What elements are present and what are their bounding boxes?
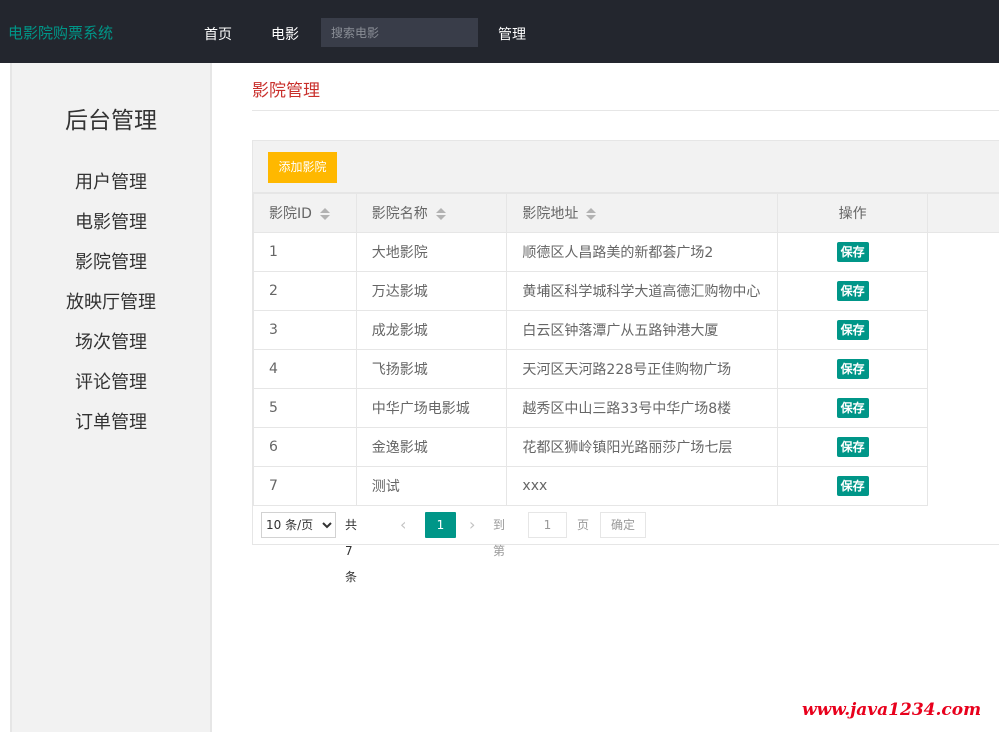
sidebar-item-movies[interactable]: 电影管理	[12, 208, 210, 234]
cell-action: 保存	[777, 466, 928, 506]
cell-address: 越秀区中山三路33号中华广场8楼	[506, 388, 779, 428]
sidebar-item-sessions[interactable]: 场次管理	[12, 328, 210, 354]
add-cinema-button[interactable]: 添加影院	[268, 152, 337, 183]
save-button[interactable]: 保存	[836, 359, 869, 379]
nav-movies[interactable]: 电影	[271, 24, 299, 44]
sidebar-item-users[interactable]: 用户管理	[12, 168, 210, 194]
sidebar-item-orders[interactable]: 订单管理	[12, 408, 210, 434]
watermark: www.java1234.com	[802, 700, 982, 720]
cell-id: 3	[253, 310, 357, 350]
column-header-address[interactable]: 影院地址	[506, 193, 779, 233]
cinema-table-panel: 添加影院 影院ID 影院名称 影院地址 操作 1 大地影院 顺德区人昌路美的新都荟广…	[252, 140, 999, 584]
cell-id: 6	[253, 427, 357, 467]
goto-page-input[interactable]	[528, 512, 567, 538]
sort-icon[interactable]	[435, 207, 446, 221]
cell-name: 万达影城	[355, 271, 508, 311]
table-row: 7 测试 xxx 保存	[253, 466, 999, 506]
table-row: 3 成龙影城 白云区钟落潭广从五路钟港大厦 保存	[253, 310, 999, 350]
column-header-action: 操作	[777, 193, 928, 233]
sidebar-item-halls[interactable]: 放映厅管理	[12, 288, 210, 314]
save-button[interactable]: 保存	[836, 320, 869, 340]
cell-action: 保存	[777, 310, 928, 350]
sidebar: 后台管理 用户管理 电影管理 影院管理 放映厅管理 场次管理 评论管理 订单管理	[10, 63, 212, 732]
page-title: 影院管理	[252, 81, 320, 101]
cell-id: 1	[253, 232, 357, 272]
save-button[interactable]: 保存	[836, 476, 869, 496]
total-count: 共 7 条	[345, 518, 358, 584]
cell-action: 保存	[777, 388, 928, 428]
save-button[interactable]: 保存	[836, 242, 869, 262]
cell-id: 2	[253, 271, 357, 311]
sidebar-title: 后台管理	[65, 108, 157, 134]
table-row: 4 飞扬影城 天河区天河路228号正佳购物广场 保存	[253, 349, 999, 389]
cell-action: 保存	[777, 232, 928, 272]
column-header-name[interactable]: 影院名称	[355, 193, 508, 233]
cell-name: 中华广场电影城	[355, 388, 508, 428]
cell-name: 飞扬影城	[355, 349, 508, 389]
nav-home[interactable]: 首页	[204, 24, 232, 44]
cell-action: 保存	[777, 349, 928, 389]
cell-action: 保存	[777, 427, 928, 467]
cell-address: xxx	[506, 466, 779, 506]
search-input[interactable]	[321, 18, 478, 47]
sort-icon[interactable]	[586, 207, 597, 221]
page-size-select[interactable]: 10 条/页	[261, 512, 336, 538]
goto-label: 到第	[493, 518, 506, 558]
cell-name: 金逸影城	[355, 427, 508, 467]
cell-name: 成龙影城	[355, 310, 508, 350]
cinema-table: 影院ID 影院名称 影院地址 操作 1 大地影院 顺德区人昌路美的新都荟广场2 保存 2…	[253, 193, 999, 506]
save-button[interactable]: 保存	[836, 437, 869, 457]
next-page-icon[interactable]: ›	[469, 512, 475, 538]
cell-id: 4	[253, 349, 357, 389]
cell-name: 测试	[355, 466, 508, 506]
current-page-button[interactable]: 1	[425, 512, 456, 538]
cell-address: 天河区天河路228号正佳购物广场	[506, 349, 779, 389]
cell-address: 黄埔区科学城科学大道高德汇购物中心	[506, 271, 779, 311]
confirm-goto-button[interactable]: 确定	[600, 512, 646, 538]
prev-page-icon[interactable]: ‹	[400, 512, 406, 538]
nav-admin[interactable]: 管理	[498, 24, 526, 44]
column-header-filler	[926, 193, 999, 233]
save-button[interactable]: 保存	[836, 398, 869, 418]
cell-id: 5	[253, 388, 357, 428]
cell-address: 顺德区人昌路美的新都荟广场2	[506, 232, 779, 272]
page-unit-label: 页	[577, 518, 590, 532]
sidebar-item-cinemas[interactable]: 影院管理	[12, 248, 210, 274]
table-header-row: 影院ID 影院名称 影院地址 操作	[253, 193, 999, 233]
cell-id: 7	[253, 466, 357, 506]
cell-name: 大地影院	[355, 232, 508, 272]
table-row: 5 中华广场电影城 越秀区中山三路33号中华广场8楼 保存	[253, 388, 999, 428]
table-row: 1 大地影院 顺德区人昌路美的新都荟广场2 保存	[253, 232, 999, 272]
sort-icon[interactable]	[319, 207, 330, 221]
title-divider	[252, 110, 999, 111]
save-button[interactable]: 保存	[836, 281, 869, 301]
sidebar-item-comments[interactable]: 评论管理	[12, 368, 210, 394]
table-row: 2 万达影城 黄埔区科学城科学大道高德汇购物中心 保存	[253, 271, 999, 311]
cell-action: 保存	[777, 271, 928, 311]
cell-address: 花都区狮岭镇阳光路丽莎广场七层	[506, 427, 779, 467]
table-row: 6 金逸影城 花都区狮岭镇阳光路丽莎广场七层 保存	[253, 427, 999, 467]
column-header-id[interactable]: 影院ID	[253, 193, 357, 233]
cell-address: 白云区钟落潭广从五路钟港大厦	[506, 310, 779, 350]
top-navbar: 电影院购票系统 首页 电影 管理	[0, 0, 999, 63]
brand-title[interactable]: 电影院购票系统	[8, 22, 113, 43]
table-toolbar: 添加影院	[253, 141, 999, 193]
